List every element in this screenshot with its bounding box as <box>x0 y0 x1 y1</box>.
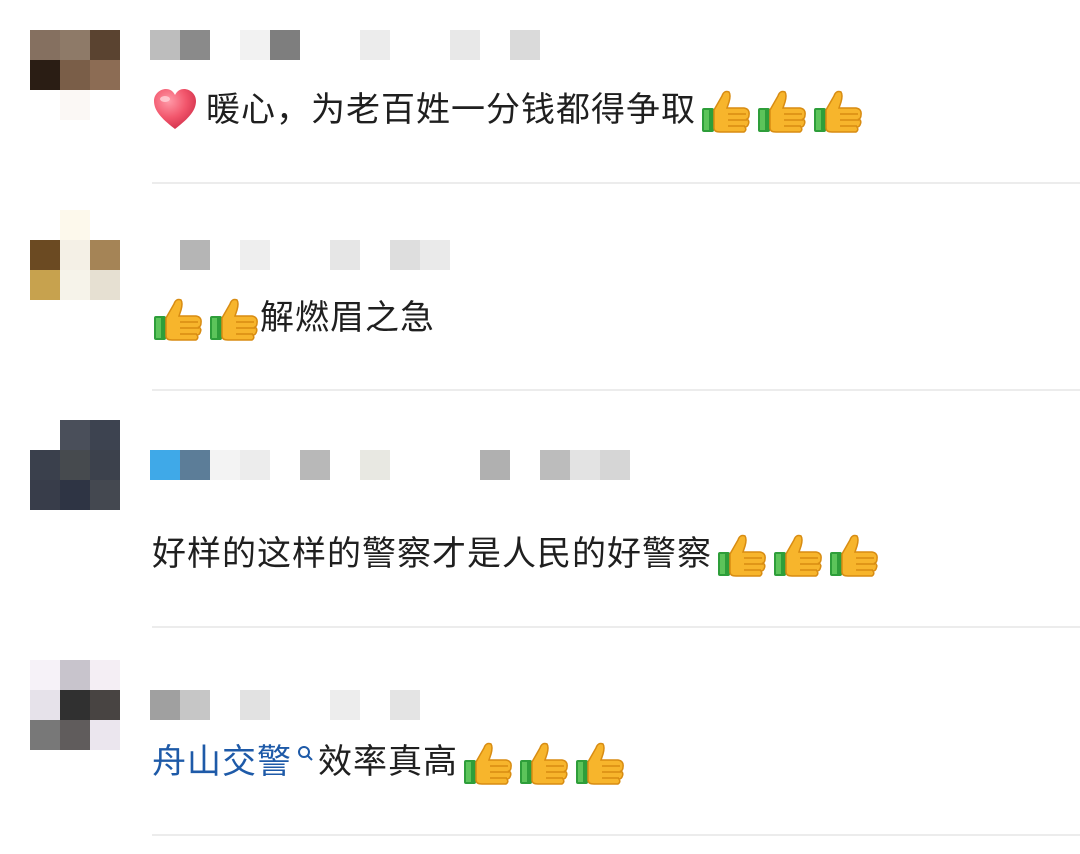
comment-body: 好样的这样的警察才是人民的好警察 <box>152 534 712 574</box>
divider <box>152 182 1080 184</box>
thumbs-up-icon <box>756 86 808 134</box>
thumbs-up-icon <box>716 530 768 578</box>
avatar[interactable] <box>30 420 120 510</box>
username-blurred[interactable] <box>150 450 630 480</box>
comment-body: 暖心，为老百姓一分钱都得争取 <box>206 90 696 130</box>
comment-body: 效率真高 <box>318 742 458 782</box>
divider <box>152 626 1080 628</box>
comment-text: 好样的这样的警察才是人民的好警察 <box>152 530 880 578</box>
thumbs-up-icon <box>208 294 260 342</box>
comment-body: 解燃眉之急 <box>260 298 435 338</box>
avatar[interactable] <box>30 210 120 300</box>
thumbs-up-icon <box>152 294 204 342</box>
username-blurred[interactable] <box>150 240 450 270</box>
search-icon <box>298 746 313 761</box>
username-blurred[interactable] <box>150 690 420 720</box>
thumbs-up-icon <box>700 86 752 134</box>
thumbs-up-icon <box>574 738 626 786</box>
heart-icon <box>152 87 198 133</box>
divider <box>152 389 1080 391</box>
thumbs-up-icon <box>462 738 514 786</box>
username-blurred[interactable] <box>150 30 540 60</box>
thumbs-up-icon <box>828 530 880 578</box>
avatar[interactable] <box>30 660 120 750</box>
thumbs-up-icon <box>772 530 824 578</box>
comment-text: 舟山交警 效率真高 <box>152 738 626 786</box>
thumbs-up-icon <box>812 86 864 134</box>
comment-text: 解燃眉之急 <box>152 294 435 342</box>
mention-label[interactable]: 舟山交警 <box>152 738 292 786</box>
avatar[interactable] <box>30 30 120 120</box>
thumbs-up-icon <box>518 738 570 786</box>
divider <box>152 834 1080 836</box>
comment-text: 暖心，为老百姓一分钱都得争取 <box>152 86 864 134</box>
mention-link[interactable]: 舟山交警 <box>152 738 318 786</box>
